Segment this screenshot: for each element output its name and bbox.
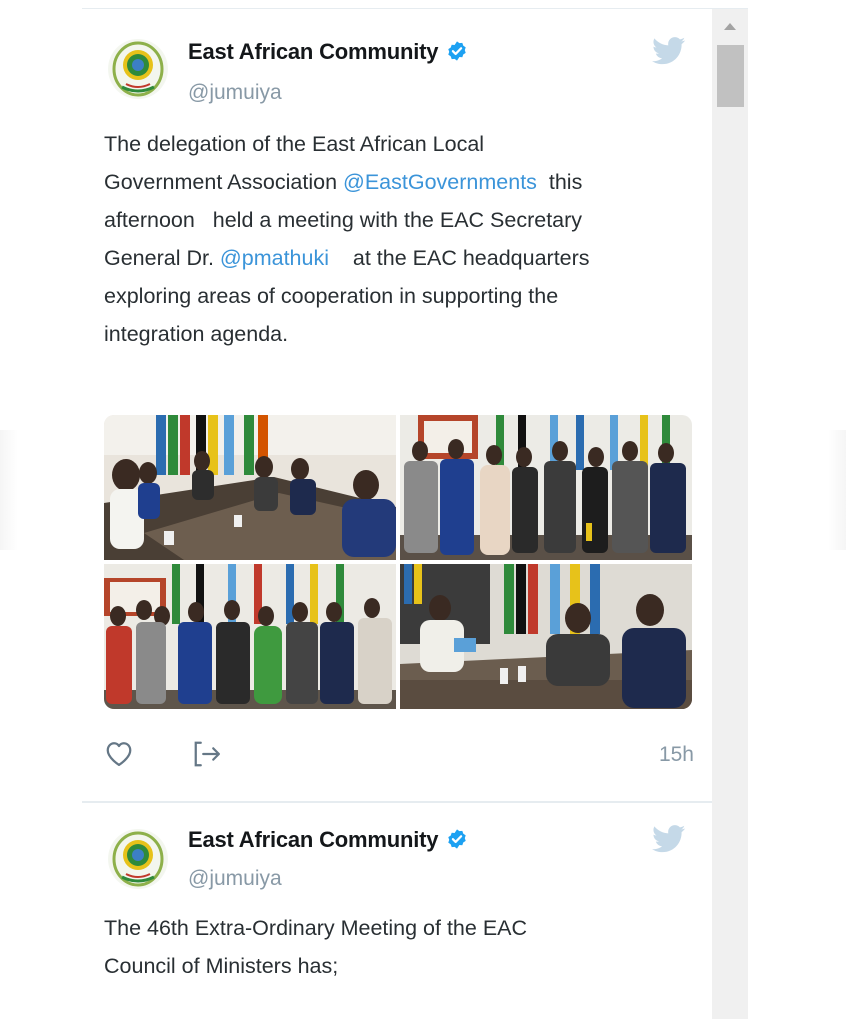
- verified-badge-icon: [448, 829, 466, 849]
- tweet-photo[interactable]: [400, 564, 692, 709]
- page-edge-shadow-right: [828, 430, 846, 550]
- tweet-actions: 15h: [104, 737, 694, 771]
- display-name-text[interactable]: East African Community: [188, 827, 438, 852]
- tweet-photo[interactable]: [104, 564, 396, 709]
- avatar[interactable]: [108, 39, 168, 99]
- user-handle[interactable]: @jumuiya: [188, 867, 282, 891]
- scrollbar-thumb[interactable]: [717, 45, 744, 107]
- tweet-timestamp[interactable]: 15h: [659, 743, 694, 767]
- tweet[interactable]: East African Community @jumuiya The dele…: [82, 9, 712, 803]
- tweet-photo[interactable]: [104, 415, 396, 560]
- display-name[interactable]: East African Community: [188, 39, 468, 65]
- twitter-bird-icon[interactable]: [652, 825, 686, 853]
- tweet-text-segment: The 46th Extra-Ordinary Meeting of the E…: [104, 916, 528, 978]
- display-name-text[interactable]: East African Community: [188, 39, 438, 64]
- verified-badge-icon: [448, 41, 466, 61]
- tweet[interactable]: East African Community @jumuiya The 46th…: [82, 803, 712, 1019]
- tweet-feed: East African Community @jumuiya The dele…: [82, 9, 712, 1019]
- mention-link[interactable]: @EastGovernments: [343, 170, 537, 194]
- avatar[interactable]: [108, 829, 168, 889]
- twitter-bird-icon[interactable]: [652, 37, 686, 65]
- tweet-photo[interactable]: [400, 415, 692, 560]
- scrollbar[interactable]: [712, 9, 748, 1019]
- heart-icon[interactable]: [104, 739, 134, 767]
- share-icon[interactable]: [190, 739, 224, 769]
- tweet-media-grid[interactable]: [104, 415, 692, 709]
- twitter-timeline-widget: East African Community @jumuiya The dele…: [82, 8, 748, 1019]
- tweet-text: The 46th Extra-Ordinary Meeting of the E…: [104, 909, 694, 985]
- mention-link[interactable]: @pmathuki: [220, 246, 329, 270]
- user-handle[interactable]: @jumuiya: [188, 81, 282, 105]
- page-edge-shadow-left: [0, 430, 18, 550]
- scroll-up-arrow-icon[interactable]: [724, 23, 736, 30]
- display-name[interactable]: East African Community: [188, 827, 468, 853]
- tweet-text: The delegation of the East African Local…: [104, 125, 694, 353]
